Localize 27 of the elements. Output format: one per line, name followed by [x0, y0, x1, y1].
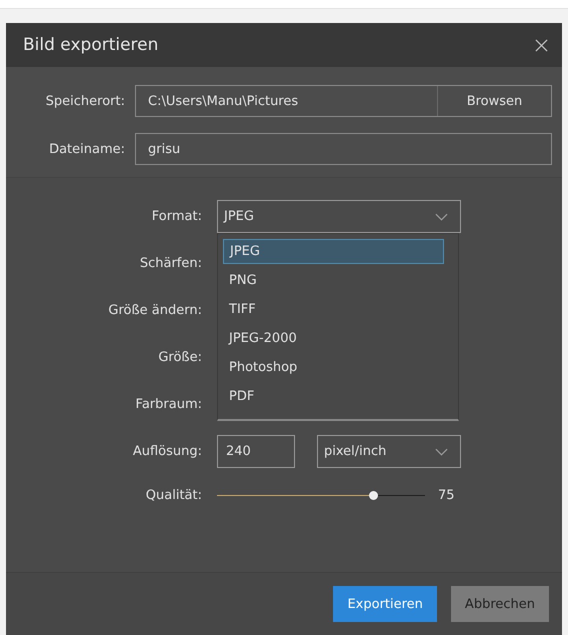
dropdown-option[interactable]: JPEG-2000 [223, 326, 444, 351]
chevron-down-icon [435, 448, 448, 456]
field-label: Größe ändern: [107, 303, 202, 318]
dropdown-option[interactable]: JPEG [223, 239, 444, 264]
field-label: Farbraum: [134, 397, 202, 412]
slider-thumb[interactable] [369, 490, 378, 500]
field-label: Schärfen: [138, 256, 202, 271]
unit-dropdown[interactable]: pixel/inch [317, 435, 461, 468]
close-icon[interactable] [535, 38, 548, 52]
field-label: Dateiname: [48, 142, 126, 156]
field-label: Speicherort: [44, 94, 126, 108]
field-label: Qualität: [144, 488, 202, 502]
dropdown-option[interactable]: PNG [223, 268, 444, 293]
window-title: Bild exportieren [23, 35, 158, 55]
filename-field[interactable]: grisu [135, 133, 552, 165]
dropdown-option[interactable]: TIFF [223, 297, 444, 322]
chevron-down-icon [435, 212, 448, 220]
cancel-button[interactable]: Abbrechen [450, 586, 549, 622]
field-label: Auflösung: [132, 444, 202, 459]
format-dropdown[interactable]: JPEG [217, 200, 461, 233]
dropdown-option[interactable]: PDF [223, 384, 444, 409]
field-label: Größe: [157, 350, 202, 365]
quality-value: 75 [438, 488, 455, 502]
resolution-field[interactable]: 240 [217, 435, 295, 468]
field-label: Format: [150, 209, 202, 224]
export-button[interactable]: Exportieren [333, 586, 437, 622]
dropdown-option[interactable]: Photoshop [223, 355, 444, 380]
